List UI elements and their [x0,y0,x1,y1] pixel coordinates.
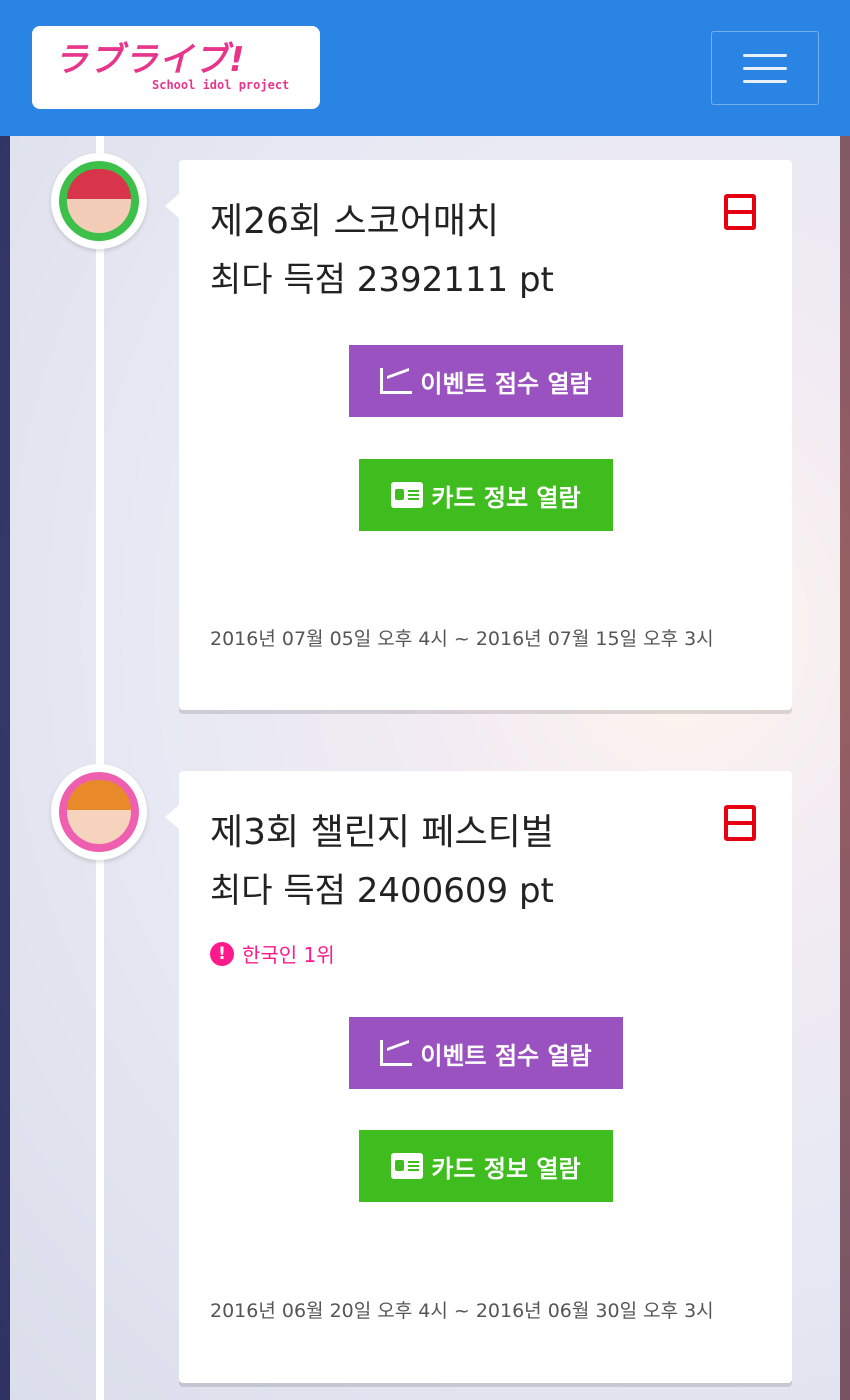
view-card-info-label: 카드 정보 열람 [431,1154,581,1183]
event-title: 제26회 스코어매치 [210,201,500,242]
hamburger-icon [743,53,787,57]
event-period: 2016년 06월 20일 오후 4시 ~ 2016년 06월 30일 오후 3… [210,1300,714,1322]
event-top-score: 최다 득점 2400609 pt [210,871,554,911]
view-card-info-label: 카드 정보 열람 [431,483,581,512]
view-card-info-button[interactable]: 카드 정보 열람 [359,459,613,531]
view-event-score-label: 이벤트 점수 열람 [420,1041,592,1070]
event-avatar [51,764,147,860]
event-card: 제26회 스코어매치 최다 득점 2392111 pt 이벤트 점수 열람 카드… [165,160,792,710]
view-event-score-button[interactable]: 이벤트 점수 열람 [349,1017,623,1089]
event-top-score: 최다 득점 2392111 pt [210,260,554,300]
header: ラブライブ! School idol project [0,0,850,136]
menu-toggle-button[interactable] [711,31,819,105]
event-period: 2016년 07월 05일 오후 4시 ~ 2016년 07월 15일 오후 3… [210,628,714,650]
exclamation-circle-icon: ! [210,941,234,966]
site-logo[interactable]: ラブライブ! School idol project [32,26,320,109]
hamburger-icon-bar [743,66,787,70]
bookmark-icon[interactable] [724,194,756,230]
view-card-info-button[interactable]: 카드 정보 열람 [359,1130,613,1202]
event-notice: ! 한국인 1위 [210,939,335,968]
event-notice-text: 한국인 1위 [242,943,335,967]
logo-english-text: School idol project [152,78,290,92]
hamburger-icon-bar [743,79,787,83]
event-card: 제3회 챌린지 페스티벌 최다 득점 2400609 pt ! 한국인 1위 이… [165,771,792,1383]
line-chart-icon [380,368,413,394]
id-card-icon [391,482,424,508]
view-event-score-label: 이벤트 점수 열람 [420,369,592,398]
event-title: 제3회 챌린지 페스티벌 [210,812,554,853]
view-event-score-button[interactable]: 이벤트 점수 열람 [349,345,623,417]
logo-japanese-text: ラブライブ! [54,40,246,80]
bookmark-icon[interactable] [724,805,756,841]
line-chart-icon [380,1040,413,1066]
event-avatar [51,153,147,249]
id-card-icon [391,1153,424,1179]
